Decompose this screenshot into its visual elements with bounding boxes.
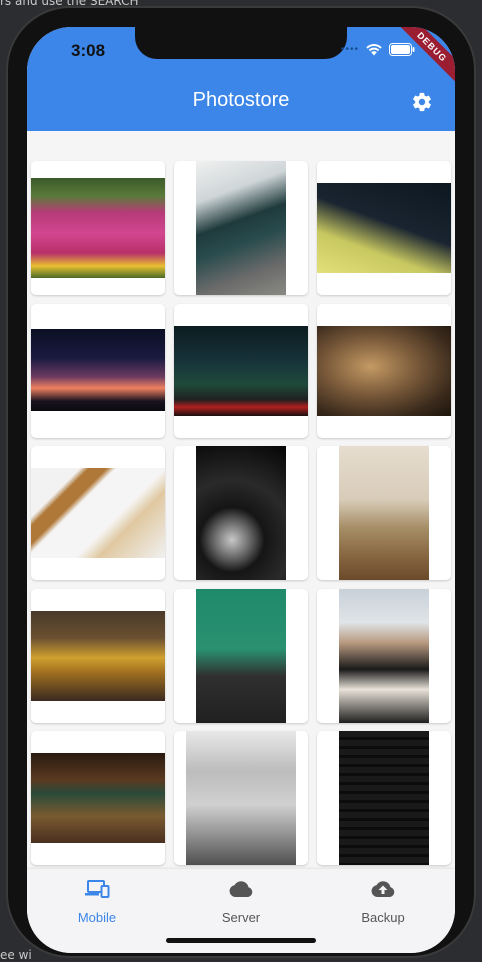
photo-card[interactable] (31, 589, 165, 723)
cloud-upload-icon (371, 881, 395, 897)
photo-thumbnail (174, 326, 308, 416)
wifi-icon (366, 44, 382, 56)
photo-card[interactable] (317, 731, 451, 865)
photo-thumbnail (196, 161, 286, 295)
photo-card[interactable] (174, 731, 308, 865)
photo-card[interactable] (317, 304, 451, 438)
photo-card[interactable] (31, 446, 165, 580)
photo-card[interactable] (174, 161, 308, 295)
app-bar: 3:08 •••• DEBUG Photostore (27, 27, 455, 131)
photo-thumbnail (339, 731, 429, 865)
photo-thumbnail (31, 329, 165, 411)
photo-thumbnail (186, 731, 296, 865)
signal-icon: •••• (340, 44, 359, 55)
nav-item-server[interactable]: Server (181, 879, 301, 925)
photo-thumbnail (339, 589, 429, 723)
nav-item-backup[interactable]: Backup (323, 879, 443, 925)
photo-thumbnail (31, 178, 165, 278)
battery-icon (389, 43, 415, 56)
photo-card[interactable] (174, 304, 308, 438)
photo-card[interactable] (31, 161, 165, 295)
status-icons: •••• (341, 43, 415, 56)
photo-card[interactable] (317, 446, 451, 580)
photo-card[interactable] (317, 589, 451, 723)
photo-card[interactable] (317, 161, 451, 295)
status-time: 3:08 (71, 41, 106, 60)
photo-card[interactable] (31, 731, 165, 865)
photo-thumbnail (196, 589, 286, 723)
photo-thumbnail (31, 753, 165, 843)
app-screen: 3:08 •••• DEBUG Photostore Mobile Server… (27, 27, 455, 953)
nav-label-backup: Backup (361, 910, 405, 925)
photo-thumbnail (317, 326, 451, 416)
photo-card[interactable] (174, 446, 308, 580)
photo-grid (27, 131, 455, 869)
page-title: Photostore (192, 89, 290, 111)
photo-thumbnail (317, 183, 451, 273)
photo-thumbnail (196, 446, 286, 580)
devices-icon (85, 880, 110, 898)
photo-thumbnail (31, 468, 165, 558)
phone-frame: 3:08 •••• DEBUG Photostore Mobile Server… (8, 8, 474, 956)
gear-icon[interactable] (411, 91, 433, 113)
phone-notch (135, 27, 347, 59)
background-text-top: rs and use the SEARCH (0, 0, 139, 8)
cloud-icon (229, 881, 253, 897)
nav-label-mobile: Mobile (77, 910, 117, 925)
photo-card[interactable] (174, 589, 308, 723)
photo-card[interactable] (31, 304, 165, 438)
nav-item-mobile[interactable]: Mobile (37, 879, 157, 925)
home-indicator[interactable] (166, 938, 316, 943)
photo-thumbnail (31, 611, 165, 701)
photo-thumbnail (339, 446, 429, 580)
nav-label-server: Server (221, 910, 261, 925)
